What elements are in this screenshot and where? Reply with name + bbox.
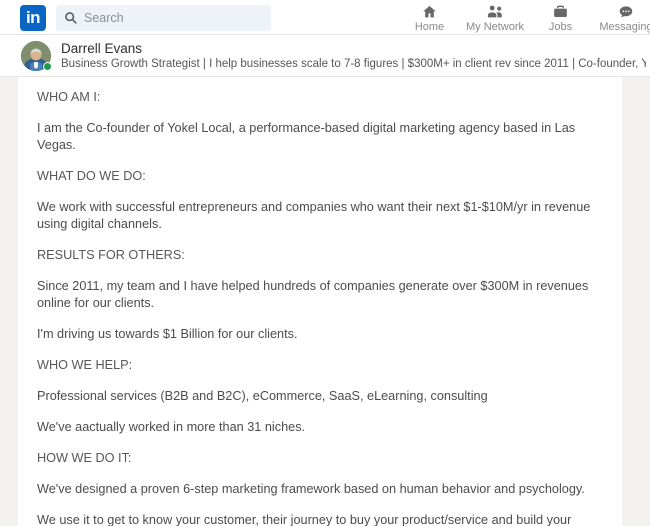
profile-text-block: Darrell Evans Business Growth Strategist… [61, 41, 650, 72]
about-paragraph: Since 2011, my team and I have helped hu… [37, 278, 592, 312]
search-input[interactable] [84, 11, 263, 25]
about-paragraph: I am the Co-founder of Yokel Local, a pe… [37, 120, 592, 154]
about-paragraph: We use it to get to know your customer, … [37, 512, 592, 526]
search-box[interactable] [56, 5, 271, 31]
about-paragraph: RESULTS FOR OTHERS: [37, 247, 592, 264]
about-paragraph: WHO WE HELP: [37, 357, 592, 374]
profile-header: Darrell Evans Business Growth Strategist… [0, 35, 650, 77]
profile-name[interactable]: Darrell Evans [61, 41, 646, 57]
nav-label-jobs: Jobs [549, 21, 572, 34]
online-status-indicator [43, 62, 52, 71]
page-background: WHO AM I: I am the Co-founder of Yokel Lo… [0, 77, 650, 526]
about-paragraph: We've aactually worked in more than 31 n… [37, 419, 592, 436]
nav-item-jobs[interactable]: Jobs [529, 0, 592, 35]
primary-nav: Home My Network Jobs [398, 0, 650, 35]
about-paragraph-list: WHO AM I: I am the Co-founder of Yokel Lo… [37, 89, 592, 526]
nav-label-messaging: Messaging [599, 21, 650, 34]
about-paragraph: I'm driving us towards $1 Billion for ou… [37, 326, 592, 343]
home-icon [421, 3, 438, 20]
about-paragraph: WHO AM I: [37, 89, 592, 106]
nav-item-my-network[interactable]: My Network [461, 0, 529, 35]
message-bubble-icon [617, 3, 635, 20]
about-paragraph: We work with successful entrepreneurs an… [37, 199, 592, 233]
global-nav-bar: in Home My N [0, 0, 650, 35]
about-section-panel: WHO AM I: I am the Co-founder of Yokel Lo… [18, 77, 622, 526]
nav-item-messaging[interactable]: Messaging [592, 0, 650, 35]
briefcase-icon [552, 3, 569, 20]
about-paragraph: We've designed a proven 6-step marketing… [37, 481, 592, 498]
people-icon [486, 3, 505, 20]
nav-label-home: Home [415, 21, 444, 34]
search-icon [64, 11, 77, 24]
about-paragraph: WHAT DO WE DO: [37, 168, 592, 185]
about-paragraph: HOW WE DO IT: [37, 450, 592, 467]
nav-item-home[interactable]: Home [398, 0, 461, 35]
linkedin-logo[interactable]: in [20, 5, 46, 31]
profile-headline: Business Growth Strategist | I help busi… [61, 57, 646, 72]
nav-label-my-network: My Network [466, 21, 524, 34]
avatar[interactable] [21, 41, 51, 71]
about-paragraph: Professional services (B2B and B2C), eCo… [37, 388, 592, 405]
